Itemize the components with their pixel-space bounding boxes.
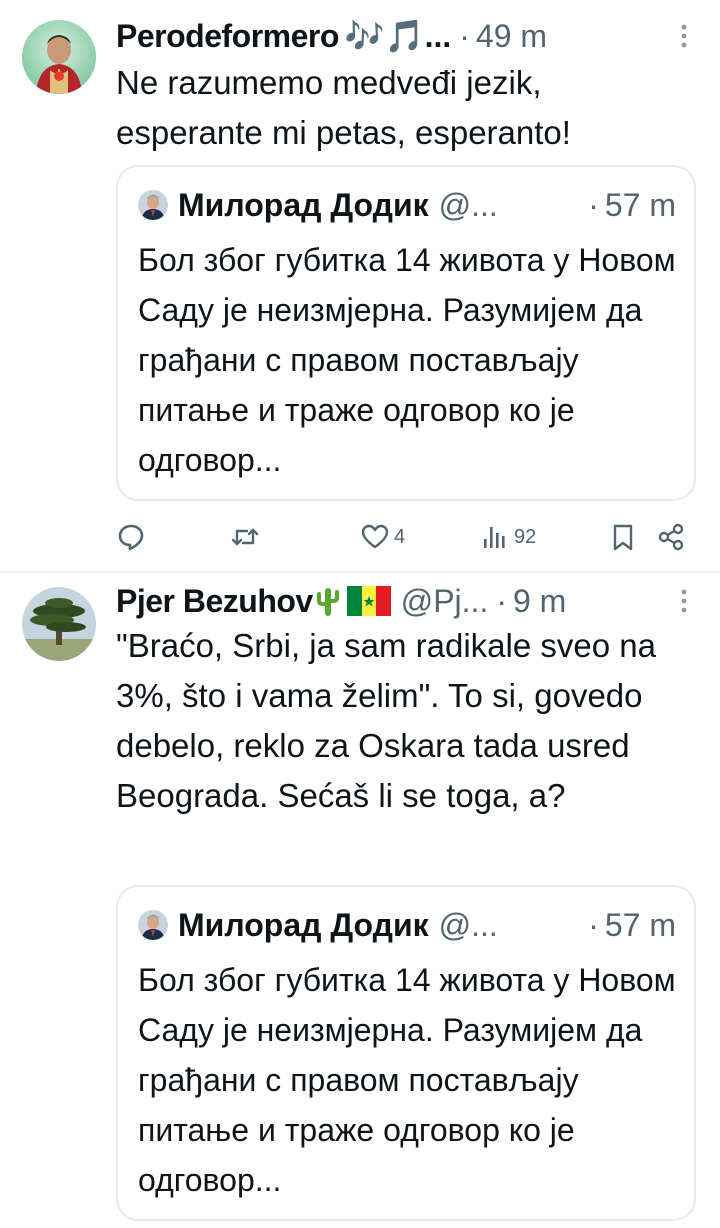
share-button[interactable]: [656, 516, 686, 558]
tweet-header: Perodeformero 🎶🎵... · 49 m: [116, 14, 696, 58]
tree-avatar-icon: [22, 587, 96, 661]
views-icon: [484, 527, 505, 548]
author-name[interactable]: Pjer Bezuhov: [116, 583, 313, 620]
portrait-avatar-icon: [138, 190, 168, 220]
tweet[interactable]: Pjer Bezuhov @Pj... · 9 m "Braćo, Srbi, …: [0, 573, 720, 1228]
separator-dot: ·: [588, 186, 599, 223]
view-count: 92: [514, 525, 537, 548]
avatar[interactable]: [22, 20, 96, 94]
reply-icon: [118, 524, 144, 551]
quoted-tweet[interactable]: Милорад Додик @... · 57 m Бол због губит…: [116, 885, 696, 1221]
more-options-icon[interactable]: [672, 587, 696, 615]
separator-dot: ·: [459, 17, 470, 54]
quoted-avatar: [138, 910, 168, 940]
senegal-flag-icon: [346, 586, 391, 616]
share-icon: [658, 523, 684, 551]
quoted-author-handle[interactable]: @...: [439, 907, 498, 944]
separator-dot: ·: [588, 906, 599, 943]
timestamp[interactable]: 9 m: [513, 583, 566, 620]
tweet-text: Ne razumemo medveđi jezik, esperante mi …: [116, 64, 571, 151]
quoted-avatar: [138, 190, 168, 220]
quoted-timestamp[interactable]: 57 m: [605, 907, 676, 944]
bookmark-button[interactable]: [608, 516, 638, 558]
cactus-icon: [316, 588, 339, 616]
quoted-tweet-text: Бол због губитка 14 живота у Новом Саду …: [138, 242, 676, 478]
quoted-author-name[interactable]: Милорад Додик: [178, 907, 429, 944]
quoted-author-handle[interactable]: @...: [439, 187, 498, 224]
tweet-actions: 4 92: [116, 516, 696, 558]
heart-icon: [361, 524, 389, 549]
quoted-author-name[interactable]: Милорад Додик: [178, 187, 429, 224]
views-button[interactable]: 92: [480, 516, 536, 558]
like-count: 4: [394, 525, 406, 548]
tweet[interactable]: Perodeformero 🎶🎵... · 49 m Ne razumemo m…: [0, 0, 720, 572]
retweet-icon: [231, 528, 259, 546]
bookmark-icon: [613, 524, 633, 551]
quoted-tweet-text: Бол због губитка 14 живота у Новом Саду …: [138, 962, 676, 1198]
quoted-timestamp[interactable]: 57 m: [605, 187, 676, 224]
avatar[interactable]: [22, 587, 96, 661]
quoted-tweet[interactable]: Милорад Додик @... · 57 m Бол због губит…: [116, 165, 696, 501]
author-name-emoji: 🎶🎵...: [344, 18, 452, 54]
timestamp[interactable]: 49 m: [476, 18, 547, 55]
author-handle[interactable]: @Pj...: [401, 583, 489, 620]
portrait-avatar-icon: [138, 910, 168, 940]
quoted-tweet-header: Милорад Додик @... · 57 m: [138, 183, 676, 227]
separator-dot: ·: [496, 582, 507, 619]
tweet-text: "Braćo, Srbi, ja sam radikale sveo na 3%…: [116, 627, 656, 814]
like-button[interactable]: 4: [360, 516, 405, 558]
author-name[interactable]: Perodeformero: [116, 18, 339, 55]
quoted-tweet-header: Милорад Додик @... · 57 m: [138, 903, 676, 947]
more-options-icon[interactable]: [672, 22, 696, 50]
sacred-heart-avatar-icon: [22, 20, 96, 94]
tweet-header: Pjer Bezuhov @Pj... · 9 m: [116, 579, 696, 623]
reply-button[interactable]: [116, 516, 150, 558]
retweet-button[interactable]: [230, 516, 264, 558]
